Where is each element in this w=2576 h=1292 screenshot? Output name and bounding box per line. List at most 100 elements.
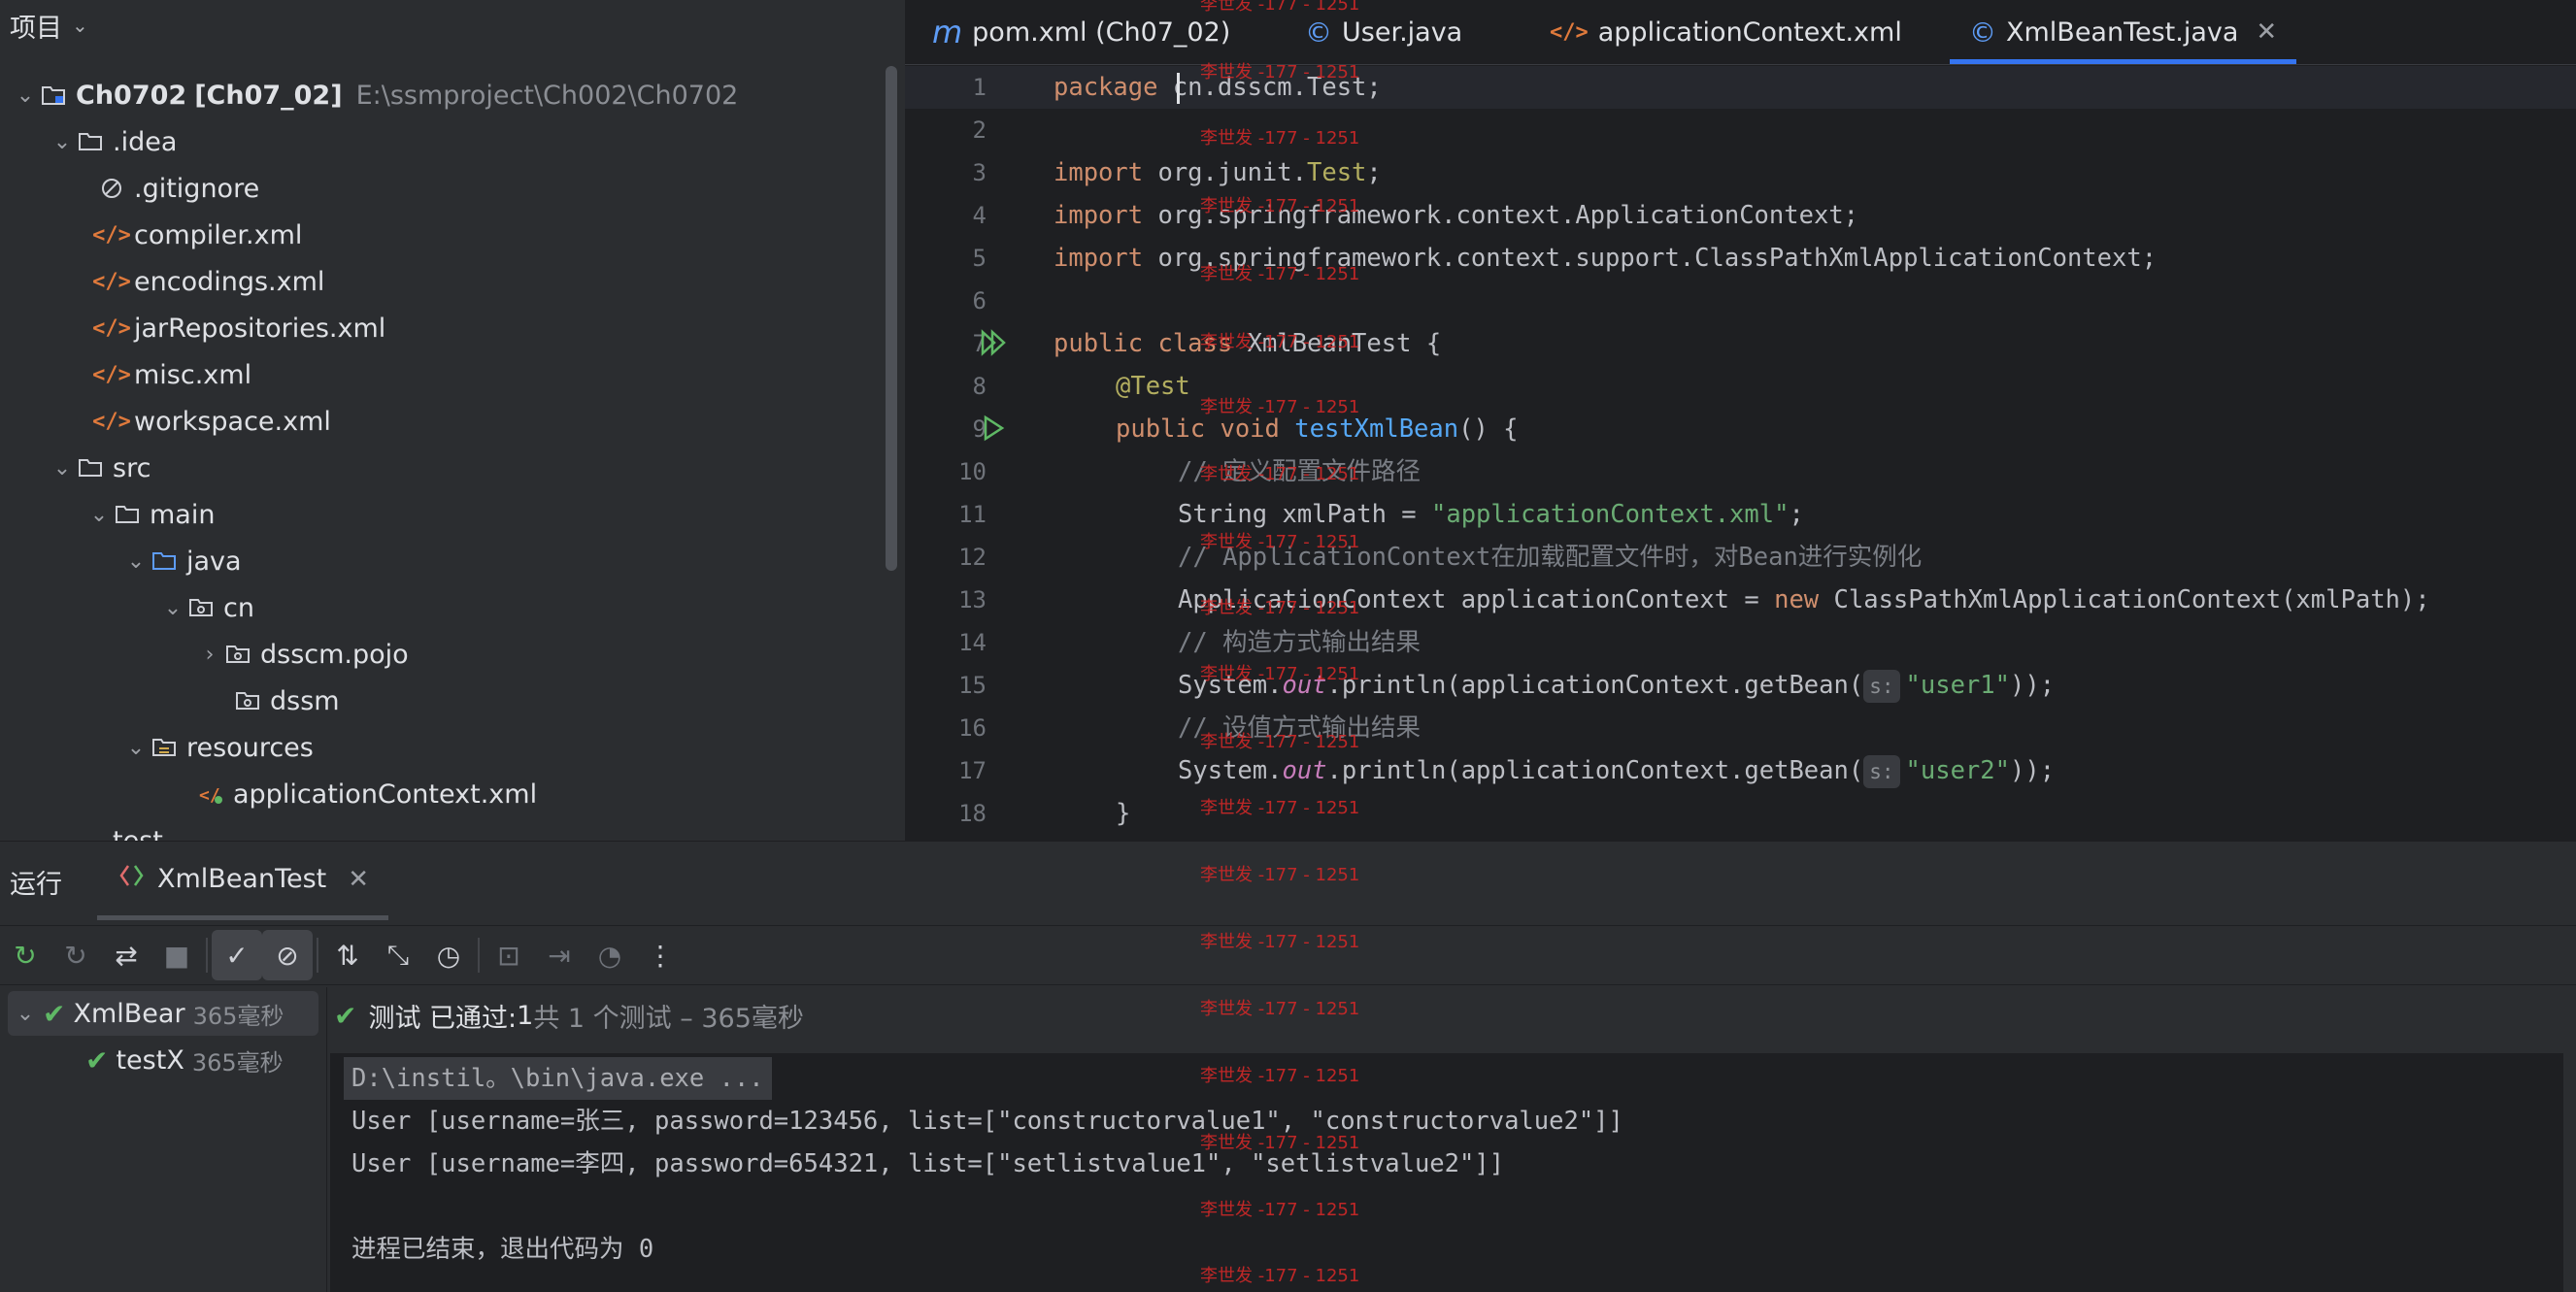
project-panel: 项目 ⌄ ⌄ Ch0702 [Ch07_02] E:\ssmproject\Ch…	[0, 0, 905, 841]
parameter-hint: s:	[1863, 670, 1900, 703]
test-node-method[interactable]: ✔ testX 365毫秒	[85, 1038, 284, 1082]
tab-applicationcontext-xml[interactable]: </> applicationContext.xml	[1550, 0, 1902, 64]
close-icon[interactable]: ✕	[2256, 17, 2277, 47]
package-icon	[186, 593, 216, 622]
chevron-right-icon[interactable]: ›	[196, 643, 223, 667]
spring-xml-icon: </>	[1550, 19, 1589, 45]
passed-check-icon: ✔	[43, 997, 66, 1030]
chevron-down-icon: ⌄	[72, 14, 88, 37]
tree-item-encodings-xml[interactable]: </> encodings.xml	[0, 258, 905, 305]
toggle-auto-test-icon[interactable]: ⇄	[101, 930, 151, 980]
collapse-all-icon[interactable]: ⤡	[373, 930, 423, 980]
chevron-down-icon[interactable]: ⌄	[85, 829, 113, 842]
chevron-down-icon[interactable]: ⌄	[122, 736, 150, 760]
rerun-icon[interactable]: ↻	[0, 930, 50, 980]
tree-item-root[interactable]: ⌄ Ch0702 [Ch07_02] E:\ssmproject\Ch002\C…	[0, 72, 905, 118]
tab-pom-xml[interactable]: m pom.xml (Ch07_02)	[932, 0, 1230, 64]
watermark: 李世发 -177 - 1251	[1200, 1133, 1360, 1153]
folder-icon	[113, 500, 142, 529]
more-options-icon[interactable]: ⋮	[635, 930, 686, 980]
toolbar-separator	[206, 938, 208, 973]
tree-item-jarrepositories-xml[interactable]: </> jarRepositories.xml	[0, 305, 905, 351]
watermark: 李世发 -177 - 1251	[1200, 999, 1360, 1019]
tree-item-misc-xml[interactable]: </> misc.xml	[0, 351, 905, 398]
tree-item-resources[interactable]: ⌄ resources	[0, 724, 905, 771]
tree-item-label: workspace.xml	[134, 406, 331, 437]
tree-item-gitignore[interactable]: .gitignore	[0, 165, 905, 212]
stop-icon[interactable]: ■	[151, 930, 202, 980]
line-number: 18	[958, 800, 987, 827]
tree-item-dsscm-pojo[interactable]: › dsscm.pojo	[0, 631, 905, 678]
tree-item-test[interactable]: ⌄ test	[0, 817, 905, 842]
xml-file-icon: </>	[92, 315, 131, 341]
tree-item-compiler-xml[interactable]: </> compiler.xml	[0, 212, 905, 258]
module-folder-icon	[39, 81, 68, 110]
camera-icon[interactable]: ⊡	[484, 930, 534, 980]
line-number: 15	[958, 672, 987, 699]
tree-item-main[interactable]: ⌄ main	[0, 491, 905, 538]
tree-item-cn[interactable]: ⌄ cn	[0, 584, 905, 631]
run-tab-xmlbeantest[interactable]: XmlBeanTest ✕	[118, 863, 369, 895]
package-icon	[223, 640, 252, 669]
toolbar-separator	[478, 938, 480, 973]
run-class-icon[interactable]	[979, 328, 1008, 361]
chevron-down-icon[interactable]: ⌄	[122, 549, 150, 574]
chevron-down-icon[interactable]: ⌄	[159, 596, 186, 620]
chevron-down-icon[interactable]: ⌄	[49, 456, 76, 480]
show-passed-icon[interactable]: ✓	[212, 930, 262, 980]
tree-item-src[interactable]: ⌄ src	[0, 445, 905, 491]
watermark: 李世发 -177 - 1251	[1200, 664, 1360, 684]
tree-item-java[interactable]: ⌄ java	[0, 538, 905, 584]
tree-scrollbar[interactable]	[886, 66, 897, 571]
tab-xmlbeantest-java[interactable]: © XmlBeanTest.java ✕	[1949, 0, 2297, 64]
watermark: 李世发 -177 - 1251	[1200, 464, 1360, 484]
code-text: ));	[2009, 756, 2056, 785]
code-text: String xmlPath =	[1178, 500, 1431, 529]
xml-file-icon: </>	[92, 222, 131, 248]
tree-item-workspace-xml[interactable]: </> workspace.xml	[0, 398, 905, 445]
chevron-down-icon[interactable]: ⌄	[8, 1002, 43, 1026]
test-duration: 365毫秒	[191, 1048, 284, 1077]
watermark: 李世发 -177 - 1251	[1200, 62, 1360, 83]
code-text: ;	[1366, 158, 1382, 187]
close-icon[interactable]: ✕	[348, 865, 369, 894]
tree-item-label: java	[186, 546, 242, 577]
tree-item-label: compiler.xml	[134, 219, 303, 250]
tree-item-label: .gitignore	[134, 173, 260, 204]
console-line: 进程已结束，退出代码为 0	[351, 1235, 654, 1264]
line-number: 3	[972, 159, 987, 186]
console-command-line[interactable]: D:\instil。\bin\java.exe ...	[344, 1057, 772, 1100]
coverage-icon[interactable]: ◔	[585, 930, 635, 980]
chevron-down-icon[interactable]: ⌄	[85, 503, 113, 527]
keyword: import	[1054, 201, 1158, 230]
method-name: testXmlBean	[1294, 414, 1459, 444]
test-node-class[interactable]: ⌄ ✔ XmlBear 365毫秒	[8, 991, 318, 1036]
run-test-icon[interactable]	[979, 414, 1008, 447]
code-text: .println(applicationContext.getBean(	[1326, 756, 1864, 785]
code-line-18: }	[1116, 799, 1131, 828]
show-ignored-icon[interactable]: ⊘	[262, 930, 313, 980]
status-count: 1	[517, 1001, 534, 1031]
watermark: 李世发 -177 - 1251	[1200, 397, 1360, 417]
watermark: 李世发 -177 - 1251	[1200, 798, 1360, 818]
console-output[interactable]: D:\instil。\bin\java.exe ... User [userna…	[330, 1053, 2563, 1292]
history-icon[interactable]: ◷	[423, 930, 474, 980]
rerun-failed-icon[interactable]: ↻	[50, 930, 101, 980]
watermark: 李世发 -177 - 1251	[1200, 196, 1360, 216]
tree-item-applicationcontext-xml[interactable]: </ applicationContext.xml	[0, 771, 905, 817]
line-number: 8	[972, 373, 987, 400]
tree-item-idea[interactable]: ⌄ .idea	[0, 118, 905, 165]
code-text: Test	[1307, 158, 1367, 187]
sort-icon[interactable]: ⇅	[322, 930, 373, 980]
watermark: 李世发 -177 - 1251	[1200, 1200, 1360, 1220]
tree-item-dssm[interactable]: dssm	[0, 678, 905, 724]
chevron-down-icon[interactable]: ⌄	[12, 83, 39, 108]
tree-item-label: dsscm.pojo	[260, 639, 409, 670]
tab-label: User.java	[1342, 17, 1463, 48]
root-module: [Ch07_02]	[194, 80, 343, 111]
import-icon[interactable]: ⇥	[534, 930, 585, 980]
line-number: 1	[972, 74, 987, 101]
tab-label: XmlBeanTest.java	[2006, 17, 2239, 48]
chevron-down-icon[interactable]: ⌄	[49, 130, 76, 154]
project-view-selector[interactable]: 项目 ⌄	[10, 6, 88, 45]
